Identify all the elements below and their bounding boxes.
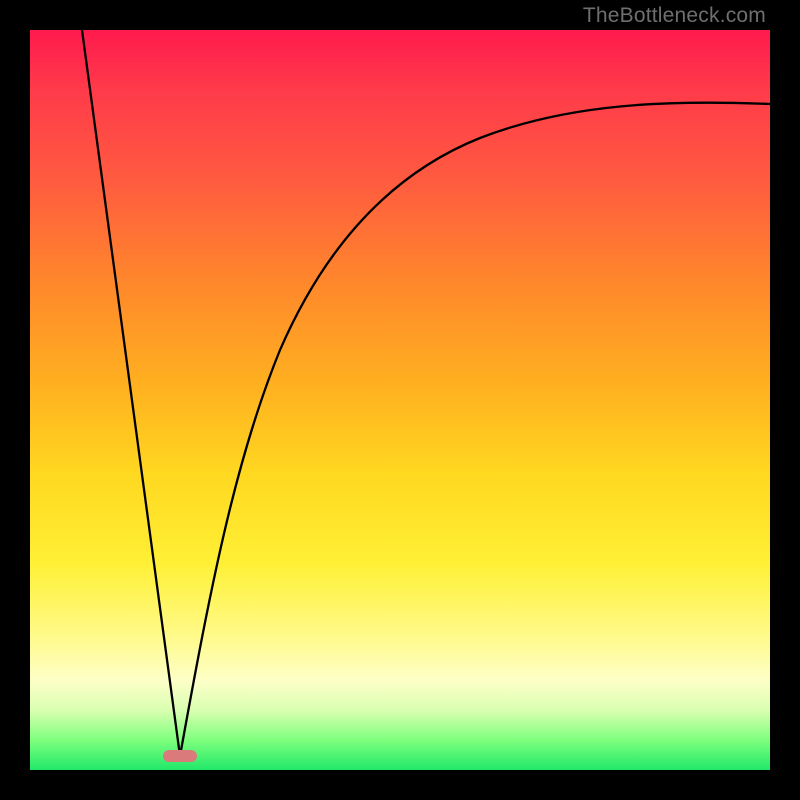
- curve-right-branch: [180, 103, 770, 756]
- bottleneck-curve: [30, 30, 770, 770]
- watermark-text: TheBottleneck.com: [583, 4, 766, 28]
- curve-left-branch: [82, 30, 180, 756]
- plot-area: [30, 30, 770, 770]
- apex-marker: [163, 750, 197, 762]
- chart-frame: TheBottleneck.com: [0, 0, 800, 800]
